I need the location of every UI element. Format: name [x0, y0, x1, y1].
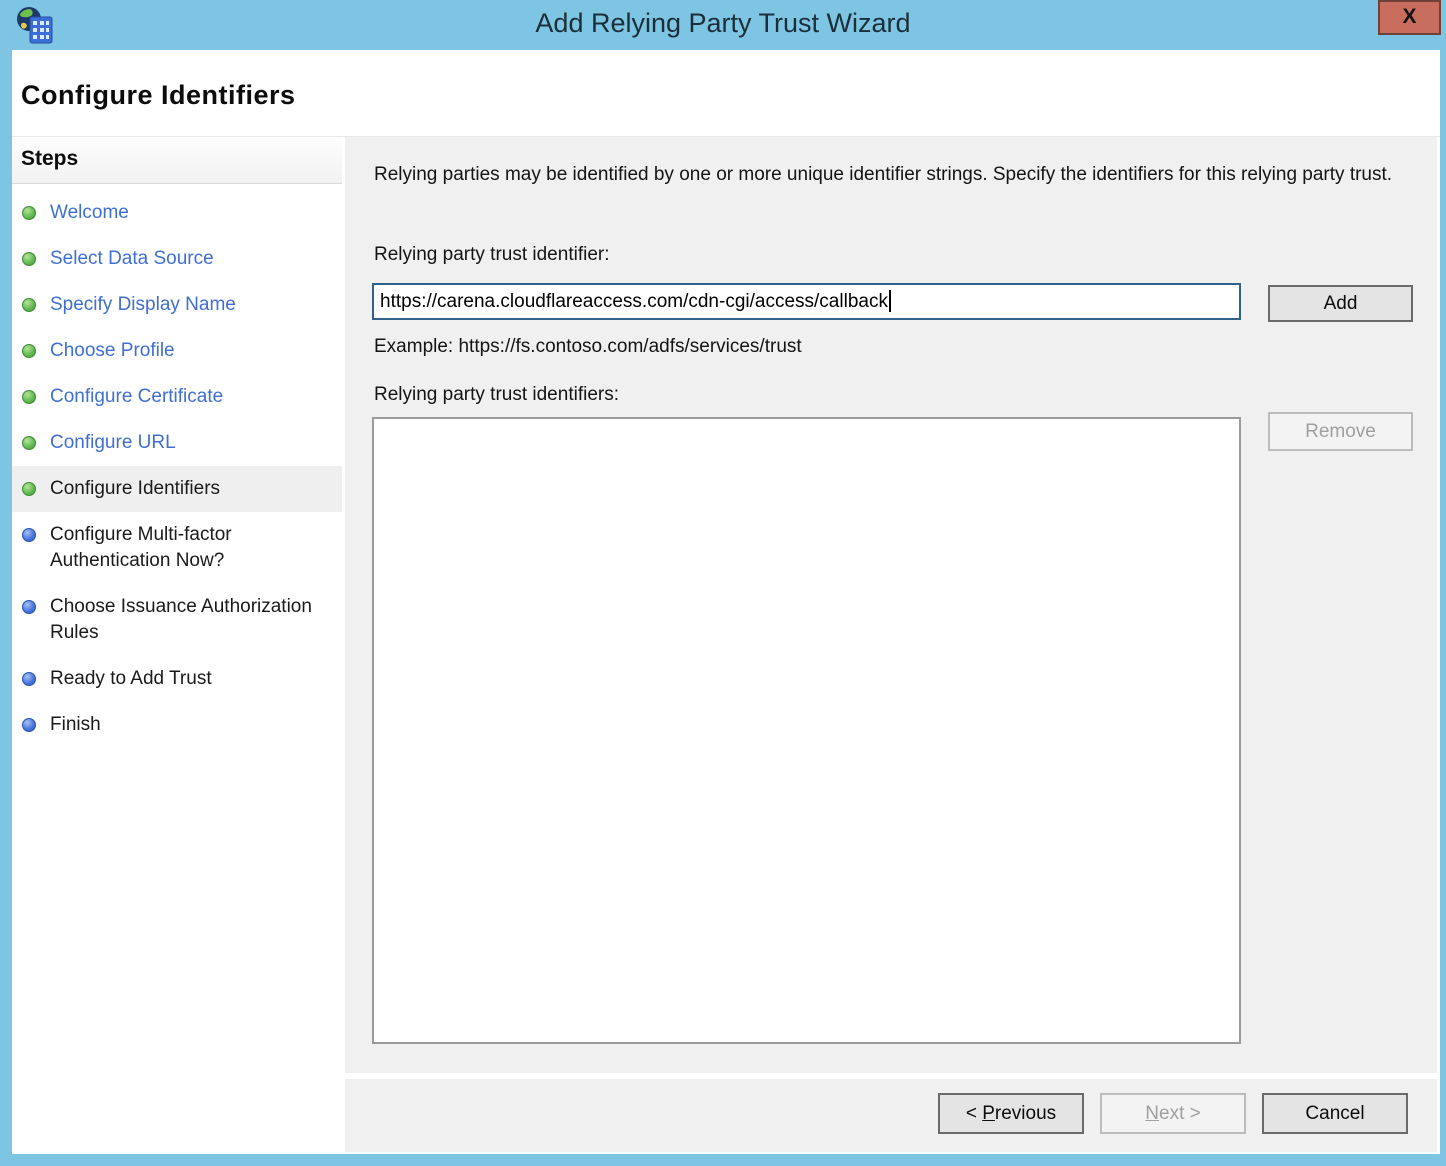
step-done-icon	[22, 206, 36, 220]
sidebar-item-finish: Finish	[12, 702, 342, 748]
step-done-icon	[22, 390, 36, 404]
relying-party-identifier-input[interactable]: https://carena.cloudflareaccess.com/cdn-…	[372, 283, 1241, 320]
step-pending-icon	[22, 528, 36, 542]
identifier-field-label: Relying party trust identifier:	[374, 244, 610, 266]
close-button[interactable]: X	[1378, 0, 1441, 35]
step-label: Select Data Source	[50, 246, 214, 272]
text-cursor	[889, 290, 891, 312]
example-text: Example: https://fs.contoso.com/adfs/ser…	[374, 336, 802, 358]
step-done-icon	[22, 482, 36, 496]
next-button[interactable]: Next >	[1100, 1093, 1246, 1134]
step-label: Specify Display Name	[50, 292, 236, 318]
window-title: Add Relying Party Trust Wizard	[0, 8, 1446, 39]
sidebar-item-ready-to-add-trust: Ready to Add Trust	[12, 656, 342, 702]
sidebar-item-select-data-source[interactable]: Select Data Source	[12, 236, 342, 282]
identifiers-listbox[interactable]	[372, 417, 1241, 1044]
steps-header: Steps	[12, 137, 342, 184]
steps-list: Welcome Select Data Source Specify Displ…	[12, 184, 342, 748]
step-label: Choose Issuance Authorization Rules	[50, 594, 330, 646]
step-done-icon	[22, 344, 36, 358]
sidebar-item-configure-certificate[interactable]: Configure Certificate	[12, 374, 342, 420]
add-button[interactable]: Add	[1268, 285, 1413, 322]
step-pending-icon	[22, 718, 36, 732]
step-label: Configure Multi-factor Authentication No…	[50, 522, 330, 574]
sidebar-item-configure-identifiers: Configure Identifiers	[12, 466, 342, 512]
sidebar-item-choose-profile[interactable]: Choose Profile	[12, 328, 342, 374]
step-label: Choose Profile	[50, 338, 175, 364]
sidebar-item-welcome[interactable]: Welcome	[12, 190, 342, 236]
step-label: Configure URL	[50, 430, 176, 456]
cancel-button[interactable]: Cancel	[1262, 1093, 1408, 1134]
sidebar-item-specify-display-name[interactable]: Specify Display Name	[12, 282, 342, 328]
client-area: Configure Identifiers Steps Welcome Sele…	[12, 50, 1440, 1154]
sidebar-item-choose-issuance-rules: Choose Issuance Authorization Rules	[12, 584, 342, 656]
step-label: Finish	[50, 712, 101, 738]
step-label: Welcome	[50, 200, 129, 226]
sidebar-item-configure-mfa: Configure Multi-factor Authentication No…	[12, 512, 342, 584]
step-done-icon	[22, 298, 36, 312]
wizard-window: Add Relying Party Trust Wizard X Configu…	[0, 0, 1446, 1166]
sidebar-item-configure-url[interactable]: Configure URL	[12, 420, 342, 466]
footer-button-bar: < Previous Next > Cancel	[345, 1079, 1437, 1152]
identifiers-list-label: Relying party trust identifiers:	[374, 384, 619, 406]
step-label: Configure Certificate	[50, 384, 223, 410]
step-done-icon	[22, 436, 36, 450]
main-panel: Relying parties may be identified by one…	[345, 137, 1437, 1073]
step-done-icon	[22, 252, 36, 266]
page-title: Configure Identifiers	[21, 80, 296, 111]
step-pending-icon	[22, 600, 36, 614]
previous-button[interactable]: < Previous	[938, 1093, 1084, 1134]
step-label: Configure Identifiers	[50, 476, 220, 502]
steps-sidebar: Steps Welcome Select Data Source Specify…	[12, 137, 342, 1154]
step-label: Ready to Add Trust	[50, 666, 212, 692]
step-pending-icon	[22, 672, 36, 686]
page-header: Configure Identifiers	[12, 50, 1440, 137]
remove-button[interactable]: Remove	[1268, 412, 1413, 451]
identifier-input-value: https://carena.cloudflareaccess.com/cdn-…	[380, 291, 888, 312]
page-description: Relying parties may be identified by one…	[374, 161, 1394, 188]
title-bar: Add Relying Party Trust Wizard X	[0, 0, 1446, 50]
